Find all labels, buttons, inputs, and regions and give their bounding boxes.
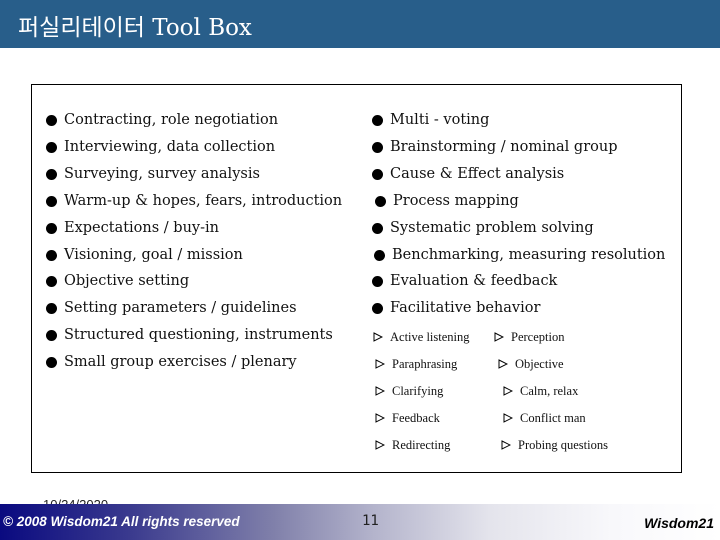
list-item-label: Multi - voting: [390, 112, 490, 128]
list-item: Setting parameters / guidelines: [46, 299, 297, 317]
list-item-label: Systematic problem solving: [390, 220, 594, 236]
sub-list-item: Perception: [494, 329, 564, 345]
slide-title: 퍼실리테이터 Tool Box: [18, 15, 252, 41]
footer-copyright: © 2008 Wisdom21 All rights reserved: [3, 514, 240, 529]
sub-list-item: Feedback: [375, 410, 440, 426]
filled-circle-bullet-icon: [372, 222, 383, 234]
filled-circle-bullet-icon: [46, 195, 57, 207]
sub-list-item-label: Active listening: [390, 330, 470, 344]
sub-list-item-label: Probing questions: [518, 438, 608, 452]
sub-list-item-label: Redirecting: [392, 438, 451, 452]
filled-circle-bullet-icon: [46, 168, 57, 180]
list-item: Contracting, role negotiation: [46, 111, 278, 129]
list-item-label: Cause & Effect analysis: [390, 166, 565, 182]
list-item-label: Surveying, survey analysis: [64, 166, 260, 182]
triangle-right-outline-icon: [375, 359, 385, 369]
sub-list-item-label: Perception: [511, 330, 565, 344]
triangle-right-outline-icon: [375, 413, 385, 423]
list-item: Expectations / buy-in: [46, 219, 219, 237]
sub-list-item: Calm, relax: [503, 383, 578, 399]
list-item-label: Expectations / buy-in: [64, 220, 219, 236]
sub-list-item-label: Paraphrasing: [392, 357, 458, 371]
filled-circle-bullet-icon: [46, 275, 57, 287]
list-item-label: Setting parameters / guidelines: [64, 300, 297, 316]
footer-brand-logo: Wisdom21: [644, 515, 714, 531]
list-item-label: Contracting, role negotiation: [64, 112, 279, 128]
list-item: Visioning, goal / mission: [46, 246, 243, 264]
triangle-right-outline-icon: [494, 332, 504, 342]
filled-circle-bullet-icon: [46, 114, 57, 126]
sub-list-item: Redirecting: [375, 437, 450, 453]
triangle-right-outline-icon: [373, 332, 383, 342]
filled-circle-bullet-icon: [46, 222, 57, 234]
list-item: Evaluation & feedback: [372, 272, 557, 290]
list-item: Multi - voting: [372, 111, 489, 129]
triangle-right-outline-icon: [375, 440, 385, 450]
list-item: Interviewing, data collection: [46, 138, 275, 156]
list-item-label: Visioning, goal / mission: [64, 247, 243, 263]
filled-circle-bullet-icon: [372, 168, 383, 180]
filled-circle-bullet-icon: [46, 356, 57, 368]
list-item: Surveying, survey analysis: [46, 165, 260, 183]
filled-circle-bullet-icon: [372, 114, 383, 126]
sub-list-item-label: Feedback: [392, 411, 440, 425]
sub-list-item: Objective: [498, 356, 564, 372]
list-item: Process mapping: [375, 192, 519, 210]
list-item: Cause & Effect analysis: [372, 165, 564, 183]
sub-list-item: Clarifying: [375, 383, 443, 399]
list-item-label: Facilitative behavior: [390, 300, 541, 316]
list-item-label: Evaluation & feedback: [390, 273, 558, 289]
filled-circle-bullet-icon: [46, 141, 57, 153]
triangle-right-outline-icon: [498, 359, 508, 369]
footer-bar: © 2008 Wisdom21 All rights reserved 11 W…: [0, 504, 720, 540]
list-item-label: Objective setting: [64, 273, 190, 289]
list-item: Brainstorming / nominal group: [372, 138, 618, 156]
list-item-label: Brainstorming / nominal group: [390, 139, 618, 155]
list-item-label: Small group exercises / plenary: [64, 354, 297, 370]
list-item-label: Interviewing, data collection: [64, 139, 276, 155]
triangle-right-outline-icon: [503, 413, 513, 423]
list-item-label: Benchmarking, measuring resolution: [392, 247, 666, 263]
sub-list-item: Probing questions: [501, 437, 608, 453]
page-number: 11: [362, 513, 379, 529]
filled-circle-bullet-icon: [372, 141, 383, 153]
sub-list-item-label: Conflict man: [520, 411, 586, 425]
filled-circle-bullet-icon: [372, 302, 383, 314]
title-bar: 퍼실리테이터 Tool Box: [0, 0, 720, 48]
list-item: Benchmarking, measuring resolution: [374, 246, 665, 264]
sub-list-item: Paraphrasing: [375, 356, 457, 372]
sub-list-item: Conflict man: [503, 410, 586, 426]
sub-list-item: Active listening: [373, 329, 470, 345]
triangle-right-outline-icon: [501, 440, 511, 450]
filled-circle-bullet-icon: [46, 302, 57, 314]
list-item-label: Process mapping: [393, 193, 519, 209]
list-item: Objective setting: [46, 272, 189, 290]
list-item: Small group exercises / plenary: [46, 353, 297, 371]
sub-list-item-label: Objective: [515, 357, 564, 371]
list-item: Facilitative behavior: [372, 299, 540, 317]
sub-list-item-label: Clarifying: [392, 384, 444, 398]
filled-circle-bullet-icon: [46, 249, 57, 261]
list-item: Systematic problem solving: [372, 219, 594, 237]
filled-circle-bullet-icon: [372, 275, 383, 287]
triangle-right-outline-icon: [503, 386, 513, 396]
triangle-right-outline-icon: [375, 386, 385, 396]
filled-circle-bullet-icon: [46, 329, 57, 341]
filled-circle-bullet-icon: [374, 249, 385, 261]
list-item: Structured questioning, instruments: [46, 326, 333, 344]
list-item-label: Structured questioning, instruments: [64, 327, 333, 343]
filled-circle-bullet-icon: [375, 195, 386, 207]
sub-list-item-label: Calm, relax: [520, 384, 579, 398]
list-item-label: Warm-up & hopes, fears, introduction: [64, 193, 343, 209]
list-item: Warm-up & hopes, fears, introduction: [46, 192, 342, 210]
